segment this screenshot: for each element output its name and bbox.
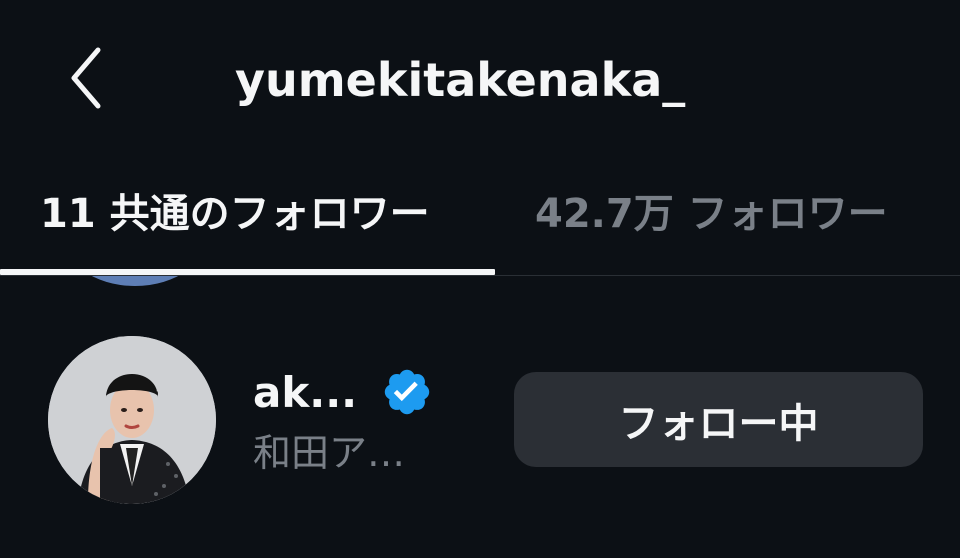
- user-display-name: ak...: [253, 367, 358, 417]
- page-title: yumekitakenaka_: [235, 53, 686, 107]
- chevron-left-icon: [66, 42, 106, 118]
- followers-screen: yumekitakenaka_ 11 共通のフォロワー 42.7万 フォロワー: [0, 0, 960, 558]
- back-button[interactable]: [56, 42, 116, 118]
- tab-mutual-followers[interactable]: 11 共通のフォロワー: [40, 182, 430, 246]
- verified-badge-icon: [381, 366, 433, 418]
- avatar[interactable]: [48, 336, 216, 504]
- user-handle: 和田ア…: [253, 431, 406, 475]
- user-name-row[interactable]: ak...: [253, 360, 433, 424]
- tab-followers[interactable]: 42.7万 フォロワー: [535, 182, 888, 246]
- following-button[interactable]: フォロー中: [514, 372, 923, 467]
- avatar-photo: [48, 336, 216, 504]
- tab-divider: [0, 275, 960, 276]
